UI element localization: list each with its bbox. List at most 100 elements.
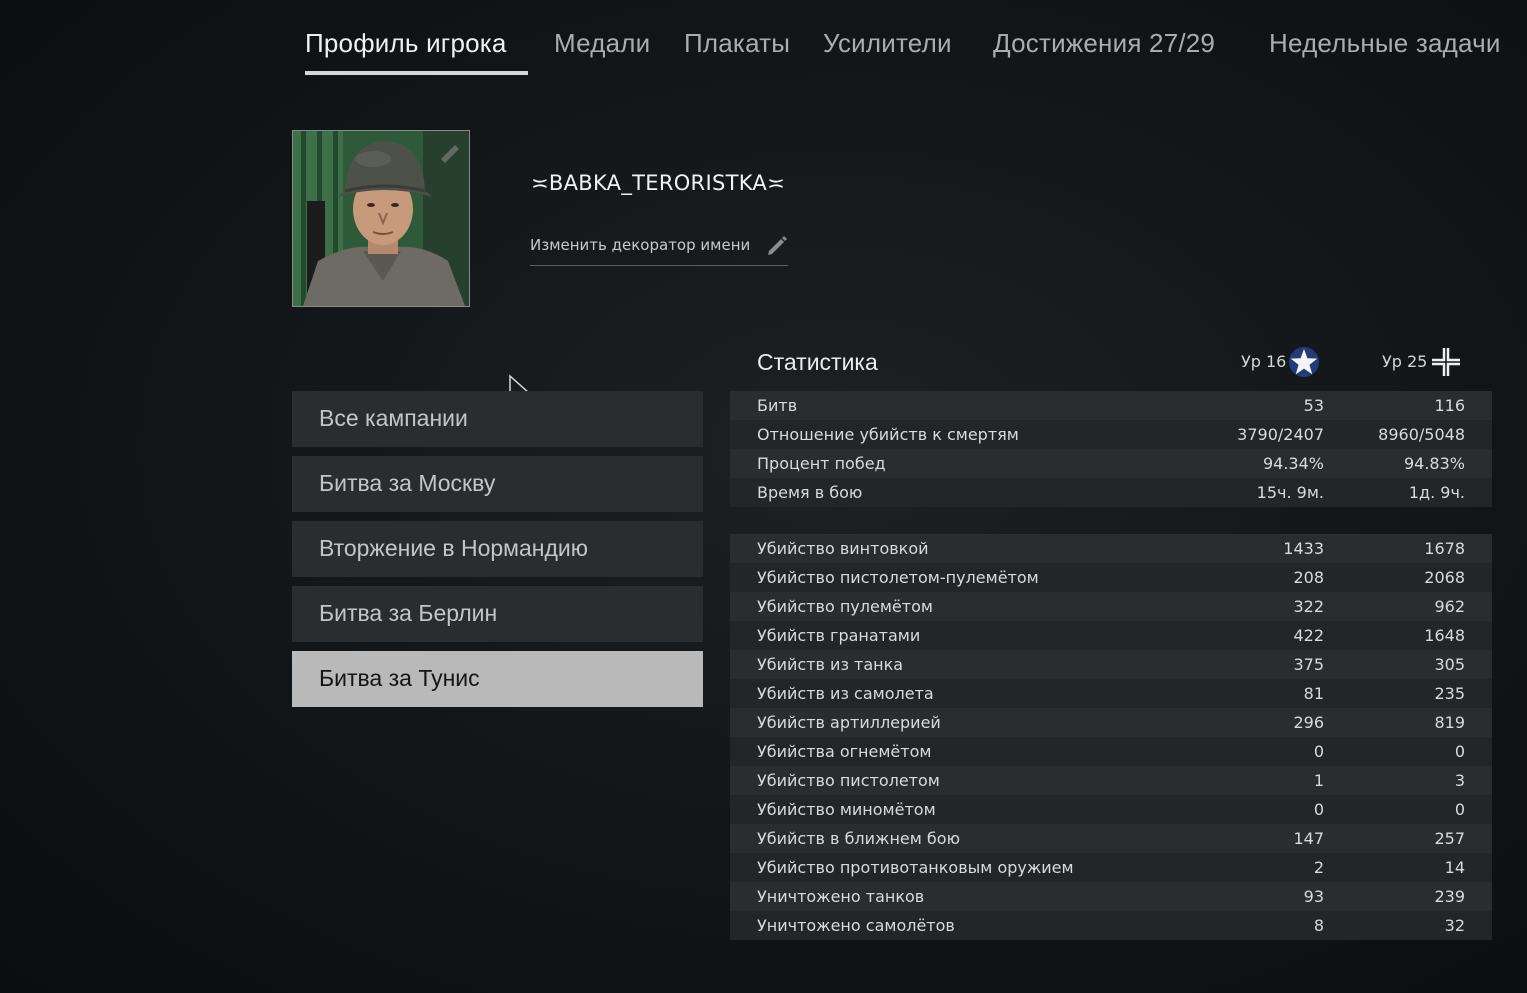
stat-value-allies: 0: [1313, 742, 1324, 761]
stat-label: Убийств гранатами: [757, 626, 921, 645]
table-row: Убийств гранатами 422 1648: [730, 621, 1492, 650]
tab-medals[interactable]: Медали: [554, 28, 650, 59]
stat-value-allies: 3790/2407: [1237, 425, 1324, 444]
stat-value-axis: 0: [1454, 800, 1465, 819]
stat-value-axis: 819: [1434, 713, 1465, 732]
stat-value-axis: 0: [1454, 742, 1465, 761]
stat-value-axis: 8960/5048: [1378, 425, 1465, 444]
campaign-label: Битва за Тунис: [319, 665, 480, 691]
stat-value-allies: 147: [1293, 829, 1324, 848]
table-row: Убийство миномётом 0 0: [730, 795, 1492, 824]
stat-value-allies: 2: [1313, 858, 1324, 877]
table-row: Уничтожено танков 93 239: [730, 882, 1492, 911]
axis-level-label: Ур 25: [1382, 352, 1428, 371]
tab-weekly-tasks[interactable]: Недельные задачи: [1269, 28, 1501, 59]
table-row: Процент побед 94.34% 94.83%: [730, 449, 1492, 478]
change-name-decorator-button[interactable]: Изменить декоратор имени: [530, 234, 788, 266]
table-row: Убийство пулемётом 322 962: [730, 592, 1492, 621]
stat-value-axis: 116: [1434, 396, 1465, 415]
stat-label: Убийство пистолетом: [757, 771, 940, 790]
stat-value-allies: 0: [1313, 800, 1324, 819]
stats-summary-table: Битв 53 116 Отношение убийств к смертям …: [730, 391, 1492, 507]
stat-label: Время в бою: [757, 483, 863, 502]
stat-value-allies: 93: [1303, 887, 1324, 906]
stat-value-axis: 305: [1434, 655, 1465, 674]
stat-value-allies: 81: [1303, 684, 1324, 703]
stat-label: Убийство противотанковым оружием: [757, 858, 1074, 877]
campaign-label: Вторжение в Нормандию: [319, 535, 588, 561]
campaign-tunisia[interactable]: Битва за Тунис: [292, 651, 703, 707]
stat-value-allies: 94.34%: [1262, 454, 1324, 473]
stat-value-axis: 235: [1434, 684, 1465, 703]
stat-label: Убийство пулемётом: [757, 597, 933, 616]
active-tab-indicator: [305, 71, 528, 75]
change-name-decorator-label: Изменить декоратор имени: [530, 236, 751, 254]
stat-value-axis: 1648: [1424, 626, 1465, 645]
table-row: Убийство пистолетом 1 3: [730, 766, 1492, 795]
campaign-label: Все кампании: [319, 405, 468, 431]
campaign-label: Битва за Берлин: [319, 600, 498, 626]
tab-achievements[interactable]: Достижения 27/29: [993, 28, 1215, 59]
allies-level-label: Ур 16: [1241, 352, 1287, 371]
stat-value-allies: 208: [1293, 568, 1324, 587]
table-row: Убийство винтовкой 1433 1678: [730, 534, 1492, 563]
stat-value-axis: 32: [1444, 916, 1465, 935]
stat-value-axis: 14: [1444, 858, 1465, 877]
stat-value-allies: 296: [1293, 713, 1324, 732]
table-row: Убийств из танка 375 305: [730, 650, 1492, 679]
table-row: Отношение убийств к смертям 3790/2407 89…: [730, 420, 1492, 449]
stat-value-allies: 1433: [1283, 539, 1324, 558]
table-row: Убийств из самолета 81 235: [730, 679, 1492, 708]
stat-value-allies: 1: [1313, 771, 1324, 790]
campaign-normandy[interactable]: Вторжение в Нормандию: [292, 521, 703, 577]
campaign-all[interactable]: Все кампании: [292, 391, 703, 447]
stat-value-axis: 1678: [1424, 539, 1465, 558]
stat-value-axis: 962: [1434, 597, 1465, 616]
stats-detail-table: Убийство винтовкой 1433 1678 Убийство пи…: [730, 534, 1492, 940]
stat-label: Убийство винтовкой: [757, 539, 929, 558]
tab-posters[interactable]: Плакаты: [684, 28, 790, 59]
stat-label: Убийство миномётом: [757, 800, 936, 819]
stat-value-axis: 3: [1454, 771, 1465, 790]
allies-star-icon: [1289, 347, 1319, 377]
table-row: Время в бою 15ч. 9м. 1д. 9ч.: [730, 478, 1492, 507]
table-row: Убийства огнемётом 0 0: [730, 737, 1492, 766]
table-row: Битв 53 116: [730, 391, 1492, 420]
table-row: Убийство противотанковым оружием 2 14: [730, 853, 1492, 882]
campaign-berlin[interactable]: Битва за Берлин: [292, 586, 703, 642]
stat-value-allies: 322: [1293, 597, 1324, 616]
table-row: Убийств артиллерией 296 819: [730, 708, 1492, 737]
stat-value-allies: 422: [1293, 626, 1324, 645]
stat-label: Убийства огнемётом: [757, 742, 932, 761]
stat-label: Убийств артиллерией: [757, 713, 941, 732]
stat-label: Убийство пистолетом-пулемётом: [757, 568, 1039, 587]
tab-player-profile[interactable]: Профиль игрока: [305, 28, 507, 59]
table-row: Убийство пистолетом-пулемётом 208 2068: [730, 563, 1492, 592]
axis-cross-icon: [1432, 348, 1460, 376]
stat-label: Процент побед: [757, 454, 886, 473]
tab-boosters[interactable]: Усилители: [823, 28, 952, 59]
stat-value-allies: 375: [1293, 655, 1324, 674]
stat-value-allies: 53: [1303, 396, 1324, 415]
campaign-moscow[interactable]: Битва за Москву: [292, 456, 703, 512]
stat-value-axis: 2068: [1424, 568, 1465, 587]
stat-label: Убийств из самолета: [757, 684, 934, 703]
player-avatar[interactable]: [292, 130, 470, 307]
stat-label: Убийств из танка: [757, 655, 904, 674]
stat-value-axis: 94.83%: [1403, 454, 1465, 473]
stat-value-allies: 15ч. 9м.: [1256, 483, 1324, 502]
stat-label: Уничтожено самолётов: [757, 916, 955, 935]
stat-label: Битв: [757, 396, 798, 415]
pencil-icon: [768, 236, 787, 255]
player-name: ≍BABKA_TERORISTKA≍: [531, 171, 785, 195]
stat-value-allies: 8: [1313, 916, 1324, 935]
stat-value-axis: 1д. 9ч.: [1408, 483, 1465, 502]
stat-value-axis: 239: [1434, 887, 1465, 906]
stat-value-axis: 257: [1434, 829, 1465, 848]
table-row: Убийств в ближнем бою 147 257: [730, 824, 1492, 853]
soldier-portrait-image: [293, 131, 469, 306]
statistics-title: Статистика: [757, 349, 878, 375]
stat-label: Уничтожено танков: [757, 887, 925, 906]
stat-label: Отношение убийств к смертям: [757, 425, 1019, 444]
campaign-label: Битва за Москву: [319, 470, 496, 496]
